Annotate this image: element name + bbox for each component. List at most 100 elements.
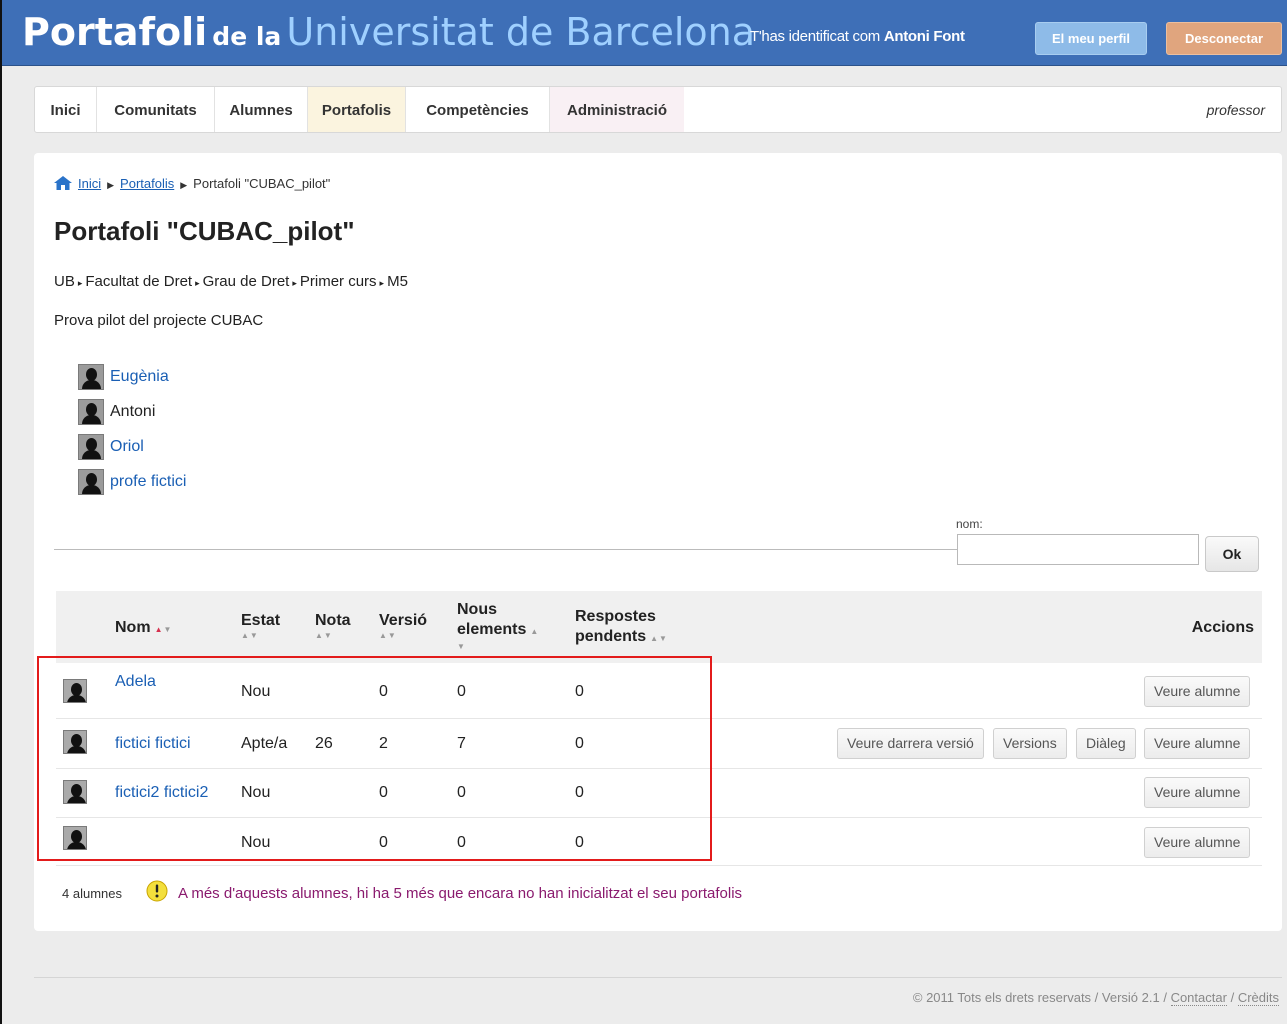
teacher-item: profe fictici	[78, 464, 186, 499]
sort-icon[interactable]: ▲▼	[241, 631, 280, 641]
nav-item-comunitats[interactable]: Comunitats	[97, 87, 215, 132]
student-version: 0	[379, 683, 388, 700]
view-last-version-button[interactable]: Veure darrera versió	[837, 728, 984, 759]
sort-icon[interactable]: ▲▼	[155, 625, 173, 634]
nav-item-alumnes[interactable]: Alumnes	[215, 87, 308, 132]
student-version: 0	[379, 784, 388, 801]
footer-separator: /	[1230, 990, 1235, 1005]
student-new-elements: 0	[457, 683, 466, 700]
table-row: Adela Nou 0 0 0 Veure alumne	[56, 663, 1262, 719]
teacher-link[interactable]: profe fictici	[110, 473, 186, 491]
view-student-button[interactable]: Veure alumne	[1144, 777, 1251, 808]
breadcrumb: Inici ▶ Portafolis ▶ Portafoli "CUBAC_pilot"	[54, 176, 330, 191]
column-header-accions: Accions	[1191, 619, 1254, 636]
avatar-icon	[78, 468, 104, 495]
column-header-label: Nota	[315, 612, 351, 629]
student-pending: 0	[575, 735, 584, 752]
column-header-estat[interactable]: Estat ▲▼	[241, 611, 280, 641]
column-header-label: Nom	[115, 619, 151, 636]
sort-icon[interactable]: ▲	[530, 627, 539, 636]
identified-as: T'has identificat com Antoni Font	[750, 28, 965, 45]
ok-button[interactable]: Ok	[1205, 536, 1259, 572]
portfolio-description: Prova pilot del projecte CUBAC	[54, 312, 264, 329]
student-version: 0	[379, 834, 388, 851]
user-role: professor	[1206, 102, 1265, 118]
column-header-label: elements	[457, 621, 527, 638]
path-item: UB	[54, 273, 75, 290]
student-status: Nou	[241, 784, 271, 801]
sort-icon[interactable]: ▲▼	[379, 631, 427, 641]
student-name-link[interactable]: fictici fictici	[115, 735, 191, 753]
student-version: 2	[379, 735, 388, 752]
avatar-icon	[78, 398, 104, 425]
footer: © 2011 Tots els drets reservats / Versió…	[913, 990, 1279, 1006]
student-status: Nou	[241, 834, 271, 851]
view-student-button[interactable]: Veure alumne	[1144, 827, 1251, 858]
nav-item-competencies[interactable]: Competències	[406, 87, 550, 132]
brand-university: Universitat de Barcelona	[286, 10, 756, 54]
nav-item-administracio[interactable]: Administració	[550, 87, 684, 132]
avatar-icon	[78, 433, 104, 460]
uninitialized-notice: A més d'aquests alumnes, hi ha 5 més que…	[178, 885, 743, 902]
my-profile-button[interactable]: El meu perfil	[1035, 22, 1147, 55]
teacher-link[interactable]: Eugènia	[110, 368, 169, 386]
column-header-label: Respostes	[575, 608, 656, 625]
home-icon	[54, 176, 72, 190]
student-grade: 26	[315, 735, 333, 752]
column-header-nous-elements[interactable]: Nous elements ▲ ▼	[457, 600, 539, 652]
credits-link[interactable]: Crèdits	[1237, 990, 1279, 1006]
site-logo[interactable]: Portafoli de la Universitat de Barcelona	[22, 10, 755, 54]
student-avatar-icon	[63, 780, 87, 804]
breadcrumb-current: Portafoli "CUBAC_pilot"	[193, 176, 331, 191]
sort-icon[interactable]: ▲▼	[650, 634, 668, 643]
user-name: Antoni Font	[883, 28, 965, 45]
student-new-elements: 0	[457, 834, 466, 851]
column-header-respostes[interactable]: Respostes pendents ▲▼	[575, 607, 668, 649]
teacher-item: Antoni	[78, 394, 186, 429]
path-arrow-icon: ▸	[77, 278, 83, 288]
versions-button[interactable]: Versions	[993, 728, 1067, 759]
contact-link[interactable]: Contactar	[1170, 990, 1227, 1006]
breadcrumb-portafolis-link[interactable]: Portafolis	[120, 176, 174, 191]
teacher-item: Oriol	[78, 429, 186, 464]
footer-divider	[34, 977, 1282, 978]
student-new-elements: 7	[457, 735, 466, 752]
table-row: fictici2 fictici2 Nou 0 0 0 Veure alumne	[56, 769, 1262, 818]
column-header-nom[interactable]: Nom ▲▼	[115, 618, 172, 640]
student-name-link[interactable]: fictici2 fictici2	[115, 784, 208, 802]
identified-prefix: T'has identificat com	[750, 28, 880, 45]
main-nav: Inici Comunitats Alumnes Portafolis Comp…	[34, 86, 1282, 133]
student-status: Nou	[241, 683, 271, 700]
student-pending: 0	[575, 784, 584, 801]
nav-item-inici[interactable]: Inici	[35, 87, 97, 132]
column-header-label: Nous	[457, 601, 497, 618]
student-avatar-icon	[63, 679, 87, 703]
breadcrumb-arrow-icon: ▶	[180, 180, 188, 190]
avatar-icon	[78, 363, 104, 390]
nav-item-portafolis[interactable]: Portafolis	[308, 87, 406, 132]
column-header-nota[interactable]: Nota ▲▼	[315, 611, 351, 641]
column-header-label: Versió	[379, 612, 428, 629]
path-item: Facultat de Dret	[85, 273, 193, 290]
dialog-button[interactable]: Diàleg	[1076, 728, 1136, 759]
student-avatar-icon	[63, 730, 87, 754]
sort-icon[interactable]: ▼	[457, 642, 539, 652]
logout-button[interactable]: Desconectar	[1166, 22, 1282, 55]
filter-label: nom:	[956, 517, 983, 531]
path-item: M5	[387, 273, 408, 290]
top-header: Portafoli de la Universitat de Barcelona…	[2, 0, 1287, 66]
main-panel: Inici ▶ Portafolis ▶ Portafoli "CUBAC_pilot"…	[34, 153, 1282, 931]
breadcrumb-home-link[interactable]: Inici	[78, 176, 101, 191]
teacher-link[interactable]: Oriol	[110, 438, 144, 456]
course-path: UB ▸ Facultat de Dret ▸ Grau de Dret ▸ Primer …	[54, 273, 408, 290]
student-name-link[interactable]: Adela	[115, 673, 156, 691]
warning-icon	[146, 880, 168, 902]
sort-icon[interactable]: ▲▼	[315, 631, 351, 641]
name-filter-input[interactable]	[957, 534, 1199, 565]
column-header-versio[interactable]: Versió ▲▼	[379, 611, 427, 641]
view-student-button[interactable]: Veure alumne	[1144, 728, 1251, 759]
path-item: Grau de Dret	[202, 273, 290, 290]
view-student-button[interactable]: Veure alumne	[1144, 676, 1251, 707]
column-header-label: Estat	[241, 612, 281, 629]
student-new-elements: 0	[457, 784, 466, 801]
